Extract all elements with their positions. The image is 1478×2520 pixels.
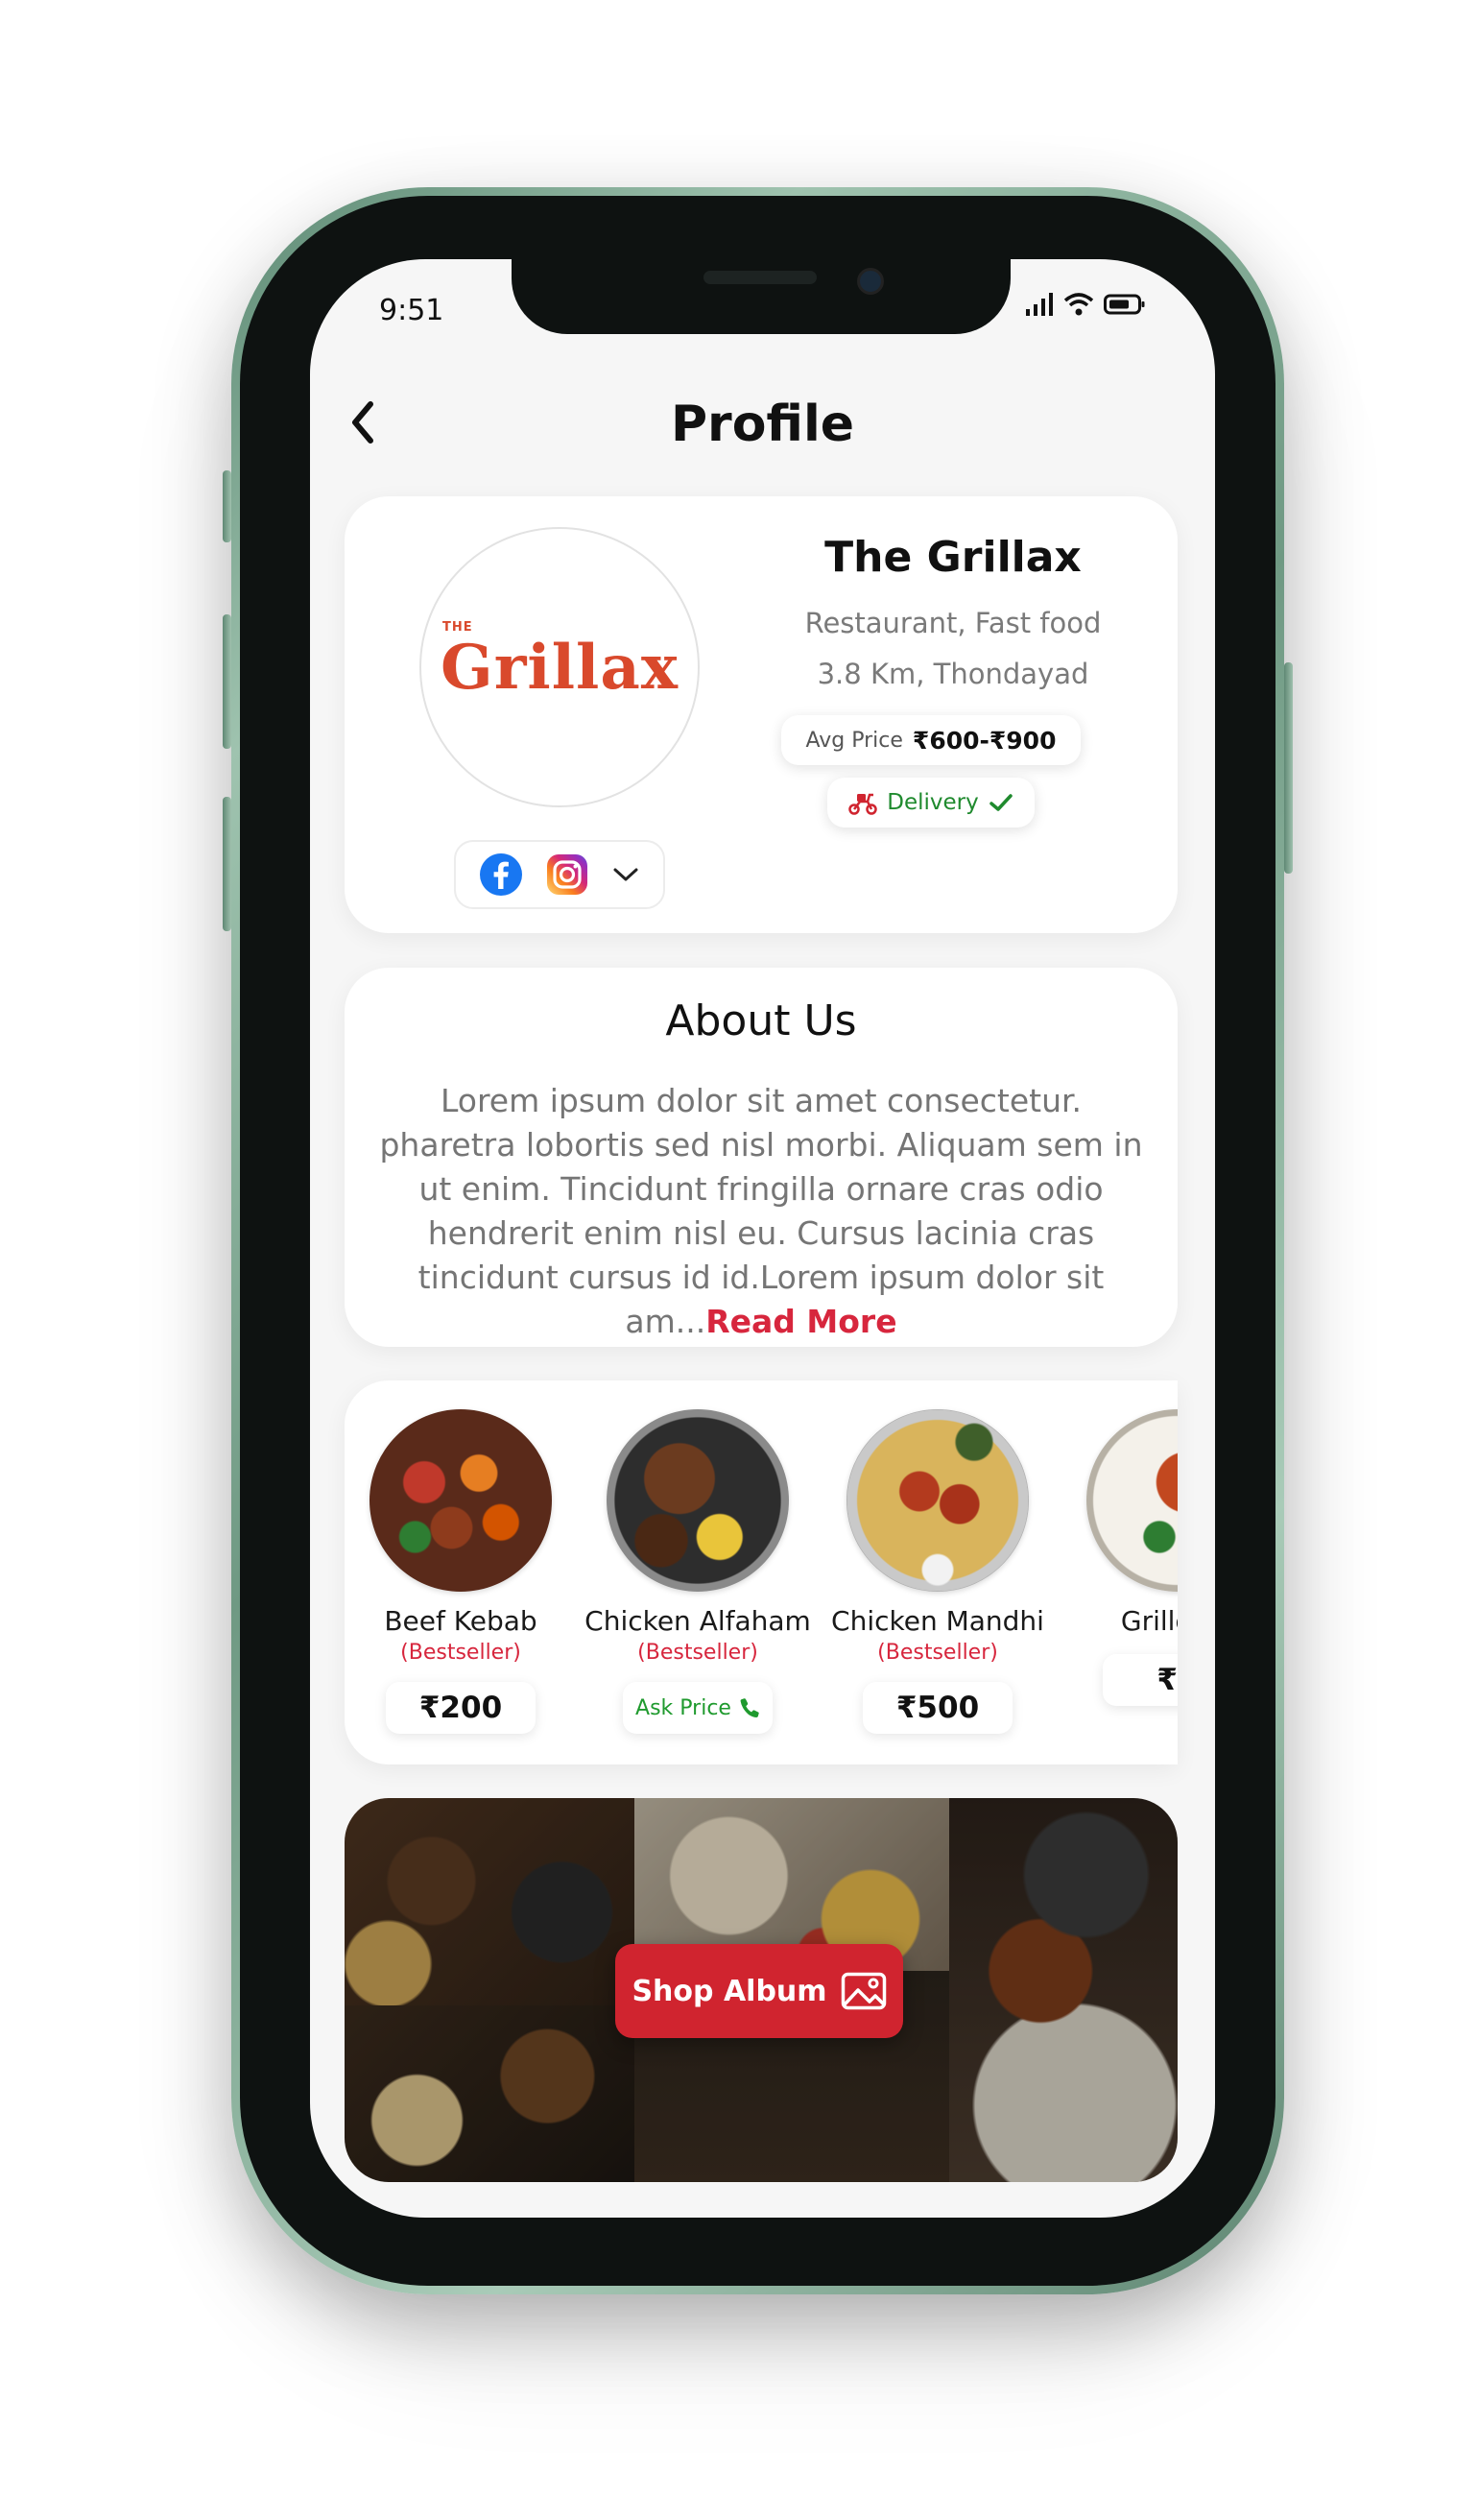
- signal-icon: [1026, 293, 1053, 316]
- dish-price: ₹200: [386, 1682, 536, 1734]
- photo-album-card[interactable]: Shop Album: [345, 1798, 1178, 2182]
- restaurant-profile-card: THE Grillax The Grillax Restaurant, Fast…: [345, 496, 1178, 933]
- dish-name: Beef Kebab: [384, 1605, 537, 1637]
- page-title: Profile: [670, 396, 855, 453]
- dish-image-beef-kebab: [370, 1409, 552, 1592]
- side-button-volume-up: [223, 614, 231, 749]
- delivery-label: Delivery: [887, 790, 979, 815]
- dish-item[interactable]: Grilled S ₹4: [1058, 1409, 1178, 1706]
- logo-text: Grillax: [441, 631, 679, 704]
- dish-name: Chicken Mandhi: [831, 1605, 1044, 1637]
- status-time: 9:51: [379, 294, 444, 327]
- social-links: [454, 840, 665, 909]
- dish-tag: (Bestseller): [400, 1641, 521, 1665]
- avg-price-value: ₹600-₹900: [912, 726, 1057, 755]
- status-icons: [1025, 292, 1146, 317]
- battery-icon: [1104, 294, 1145, 315]
- about-us-card: About Us Lorem ipsum dolor sit amet cons…: [345, 968, 1178, 1347]
- header-bar: Profile: [310, 374, 1215, 470]
- dish-image-chicken-alfaham: [607, 1409, 789, 1592]
- restaurant-type: Restaurant, Fast food: [804, 607, 1102, 639]
- restaurant-logo: THE Grillax: [419, 527, 700, 807]
- phone-icon: [740, 1698, 759, 1717]
- dish-item[interactable]: Beef Kebab (Bestseller) ₹200: [345, 1409, 581, 1734]
- dish-item[interactable]: Chicken Mandhi (Bestseller) ₹500: [818, 1409, 1058, 1734]
- dish-name: Grilled S: [1120, 1605, 1178, 1637]
- logo-prefix: THE: [442, 619, 473, 635]
- dish-tag: (Bestseller): [877, 1641, 998, 1665]
- chevron-down-icon[interactable]: [611, 865, 640, 884]
- read-more-link[interactable]: Read More: [705, 1303, 896, 1340]
- wifi-icon: [1063, 293, 1094, 316]
- delivery-badge: Delivery: [827, 778, 1035, 828]
- check-icon: [989, 794, 1013, 811]
- facebook-icon[interactable]: [479, 852, 523, 897]
- dish-price: ₹500: [863, 1682, 1013, 1734]
- dish-tag: (Bestseller): [637, 1641, 758, 1665]
- dish-name: Chicken Alfaham: [584, 1605, 811, 1637]
- ask-price-label: Ask Price: [635, 1695, 731, 1720]
- shop-album-button[interactable]: Shop Album: [615, 1944, 903, 2038]
- delivery-scooter-icon: [848, 793, 877, 815]
- dish-image-chicken-mandhi: [846, 1409, 1029, 1592]
- bestseller-dishes-carousel[interactable]: Beef Kebab (Bestseller) ₹200 Chicken Alf…: [345, 1380, 1178, 1764]
- about-title: About Us: [665, 996, 857, 1045]
- shop-album-label: Shop Album: [632, 1974, 827, 2008]
- dish-price: ₹4: [1103, 1654, 1178, 1706]
- avg-price-badge: Avg Price ₹600-₹900: [781, 715, 1081, 765]
- about-description: Lorem ipsum dolor sit amet consectetur. …: [375, 1079, 1147, 1344]
- about-body-text: Lorem ipsum dolor sit amet consectetur. …: [379, 1082, 1143, 1340]
- avg-price-label: Avg Price: [805, 728, 903, 753]
- earpiece: [703, 271, 817, 284]
- logo-wordmark: THE Grillax: [441, 620, 679, 704]
- notch: [512, 259, 1011, 334]
- dish-item[interactable]: Chicken Alfaham (Bestseller) Ask Price: [578, 1409, 818, 1734]
- front-camera: [857, 268, 884, 295]
- side-button-mute: [223, 470, 231, 542]
- side-button-power: [1284, 662, 1293, 874]
- restaurant-distance: 3.8 Km, Thondayad: [817, 658, 1089, 690]
- side-button-volume-down: [223, 797, 231, 931]
- restaurant-name: The Grillax: [824, 533, 1082, 582]
- ask-price-button[interactable]: Ask Price: [623, 1682, 773, 1734]
- instagram-icon[interactable]: [546, 853, 588, 896]
- phone-screen: 9:51 Profile THE Grillax The Grillax Res…: [310, 259, 1215, 2218]
- dish-image-grilled: [1086, 1409, 1178, 1592]
- image-icon: [841, 1972, 886, 2010]
